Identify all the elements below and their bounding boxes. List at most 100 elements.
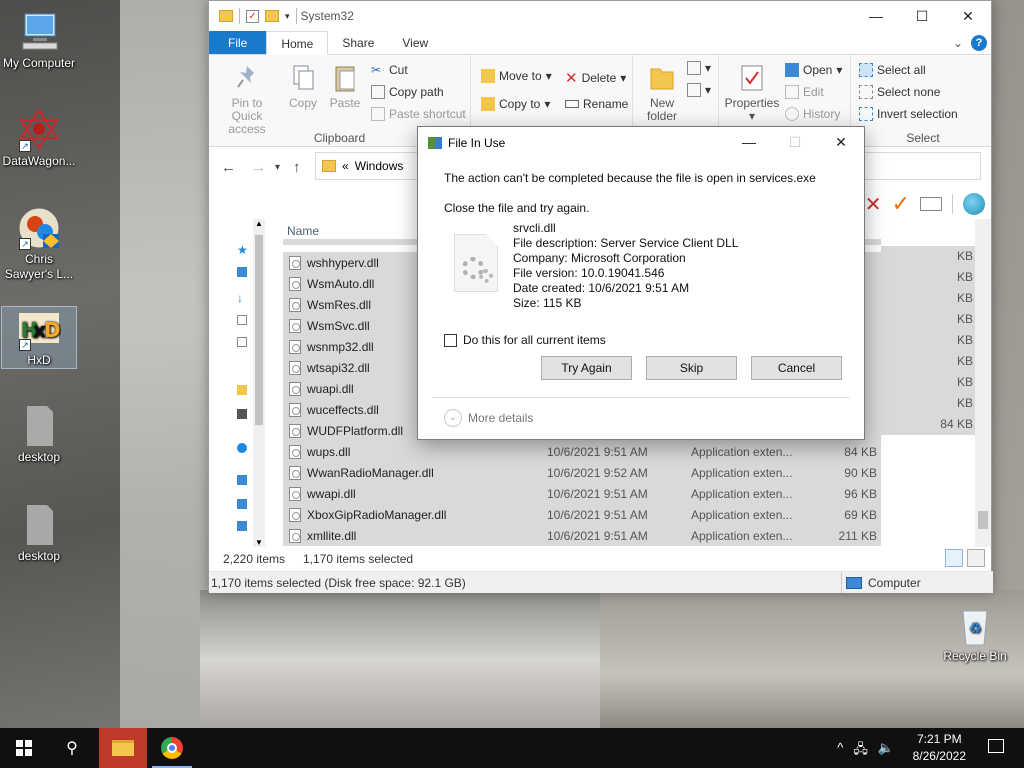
nav-item-icon[interactable] [237,499,247,509]
chevron-down-icon[interactable]: ⌄ [444,409,462,427]
scroll-up-icon[interactable]: ▲ [255,219,263,228]
onedrive-nav-icon[interactable] [237,443,247,453]
clock[interactable]: 7:21 PM 8/26/2022 [913,731,966,765]
table-row[interactable]: wwapi.dll 10/6/2021 9:51 AM Application ex… [283,483,881,504]
pin-to-quick-access-button[interactable]: Pin to Quick access [215,63,279,136]
dialog-titlebar[interactable]: File In Use — ☐ ✕ [418,127,864,158]
this-pc-nav-icon[interactable] [237,475,247,485]
minimize-icon[interactable]: — [726,127,772,157]
chrome-taskbar-button[interactable] [148,728,196,768]
file-explorer-taskbar-button[interactable] [99,728,147,768]
large-icons-view-icon[interactable] [967,549,985,567]
desktop-nav-icon[interactable] [237,267,247,277]
video-nav-icon[interactable] [237,409,247,419]
apply-to-all-checkbox[interactable] [444,333,457,347]
downloads-nav-icon[interactable]: ↓ [237,291,247,305]
search-input[interactable] [861,152,981,180]
scrollbar-thumb[interactable] [255,235,263,425]
tab-home[interactable]: Home [266,31,329,55]
desktop-icon-label: desktop [17,549,61,563]
file-in-use-dialog[interactable]: File In Use — ☐ ✕ The action can't be co… [417,126,865,440]
explorer-titlebar[interactable]: ✓ ▾ System32 — ☐ ✕ [209,1,991,31]
table-row[interactable]: wups.dll 10/6/2021 9:51 AM Application ext… [283,441,881,462]
start-button[interactable] [0,728,48,768]
back-arrow-icon[interactable]: ← [221,159,236,176]
tab-file[interactable]: File [209,31,267,54]
select-none-button[interactable]: Select none [859,85,940,99]
red-x-icon[interactable]: ✕ [865,192,882,217]
new-folder-icon[interactable] [265,10,279,22]
customize-toolbar-icon[interactable]: ▾ [285,11,290,22]
desktop-icon-my-computer[interactable]: My Computer [1,10,77,71]
cancel-button[interactable]: Cancel [751,356,842,380]
tab-share[interactable]: Share [328,31,388,54]
more-details-toggle[interactable]: ⌄ More details [444,409,533,427]
desktop-icon-hxd[interactable]: HxD ↗ HxD [1,306,77,369]
paste-button[interactable]: Paste [325,63,365,110]
desktop-icon-chris-sawyer[interactable]: ↗ Chris Sawyer's L... [1,206,77,282]
nav-item-icon[interactable] [237,521,247,531]
easy-access-button[interactable]: ▾ [687,83,711,97]
close-icon[interactable]: ✕ [818,127,864,157]
folder-nav-icon[interactable] [237,385,247,395]
envelope-icon[interactable] [920,197,942,211]
desktop-icon-datawagon[interactable]: ↗ DataWagon... [1,108,77,169]
checkbox-label[interactable]: Do this for all current items [463,333,606,347]
desktop-icon-recycle-bin[interactable]: ♻ Recycle Bin [937,603,1013,664]
network-icon[interactable]: 🖧 [853,740,868,762]
help-icon[interactable]: ? [971,34,987,51]
breadcrumb-overflow[interactable]: « [342,159,349,173]
notification-icon[interactable] [988,739,1004,753]
orange-check-icon[interactable]: ✓ [892,191,910,217]
select-all-button[interactable]: Select all [859,63,926,77]
copy-path-button[interactable]: Copy path [371,85,444,99]
globe-icon[interactable] [963,193,985,215]
new-folder-button[interactable]: New folder [639,63,685,123]
address-bar[interactable]: « Windows [315,152,425,180]
folder-icon[interactable] [219,10,233,22]
breadcrumb-windows[interactable]: Windows [355,159,404,173]
volume-icon[interactable]: 🔈 [878,740,894,762]
up-arrow-icon[interactable]: ↑ [293,159,301,176]
scroll-down-icon[interactable]: ▼ [255,538,263,547]
scrollbar-thumb[interactable] [978,511,988,529]
table-row[interactable]: xmllite.dll 10/6/2021 9:51 AM Application … [283,525,881,546]
table-row[interactable]: WwanRadioManager.dll 10/6/2021 9:52 AM App… [283,462,881,483]
copy-button[interactable]: Copy [283,63,323,110]
file-list-scrollbar[interactable] [975,219,991,547]
desktop-icon-desktop-1[interactable]: desktop [1,404,77,465]
pictures-nav-icon[interactable] [237,337,247,347]
tab-view[interactable]: View [388,31,442,54]
copy-to-button[interactable]: Copy to ▾ [481,97,550,111]
computer-icon [846,576,862,589]
open-button[interactable]: Open ▾ [785,63,842,77]
table-row[interactable]: XboxGipRadioManager.dll 10/6/2021 9:51 AM… [283,504,881,525]
documents-nav-icon[interactable] [237,315,247,325]
cut-button[interactable]: ✂ Cut [371,63,408,77]
invert-selection-button[interactable]: Invert selection [859,107,958,121]
quick-access-star-icon[interactable]: ★ [237,243,248,257]
forward-arrow-icon[interactable]: → [251,159,266,176]
nav-pane-scrollbar[interactable]: ▲ ▼ [253,219,265,547]
rename-button[interactable]: Rename [565,97,628,111]
collapse-ribbon-icon[interactable]: ⌄ [953,36,963,50]
desktop-icon-desktop-2[interactable]: desktop [1,503,77,564]
details-view-icon[interactable] [945,549,963,567]
search-button[interactable]: ⚲ [48,728,96,768]
move-to-button[interactable]: Move to ▾ [481,69,552,83]
recent-locations-icon[interactable]: ▾ [275,162,280,173]
chevron-up-icon[interactable]: ^ [837,740,843,762]
apply-to-all-row[interactable]: Do this for all current items [444,333,606,347]
new-item-button[interactable]: ▾ [687,61,711,75]
history-button[interactable]: History [785,107,840,121]
edit-button[interactable]: Edit [785,85,824,99]
properties-button[interactable]: Properties ▾ [723,63,781,123]
paste-shortcut-button[interactable]: Paste shortcut [371,107,466,121]
skip-button[interactable]: Skip [646,356,737,380]
maximize-icon[interactable]: ☐ [899,1,945,31]
delete-button[interactable]: ✕ Delete ▾ [565,69,626,87]
try-again-button[interactable]: Try Again [541,356,632,380]
minimize-icon[interactable]: — [853,1,899,31]
properties-check-icon[interactable]: ✓ [246,9,259,23]
close-icon[interactable]: ✕ [945,1,991,31]
